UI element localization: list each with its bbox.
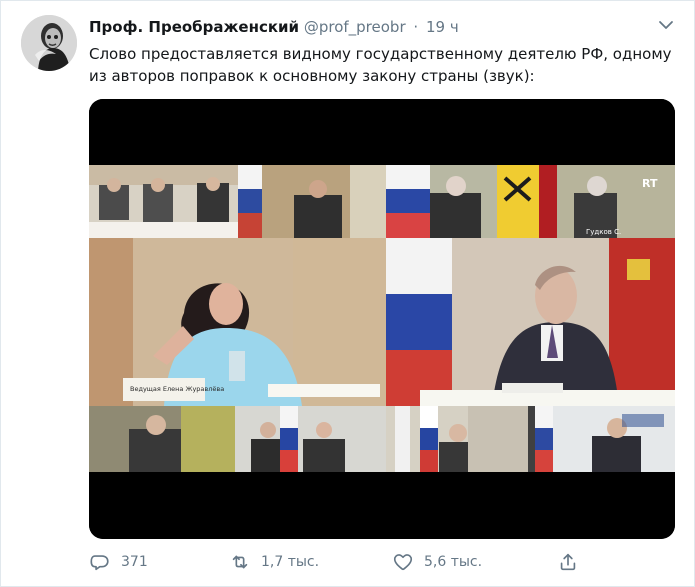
speaker-nameplate-1: Ведущая Елена Журавлёва [130, 385, 224, 393]
retweet-icon [232, 555, 248, 569]
avatar[interactable] [21, 15, 77, 71]
tweet-header: Проф. Преображенский @prof_preobr · 19 ч [89, 17, 654, 37]
like-count: 5,6 тыс. [424, 554, 483, 570]
retweet-count: 1,7 тыс. [261, 554, 320, 570]
share-button[interactable] [557, 550, 579, 574]
video-frame: RT Гудков С. Ведущая Елена Журавлёва [89, 99, 675, 539]
tweet-card[interactable]: Проф. Преображенский @prof_preobr · 19 ч… [0, 0, 695, 587]
top-middle-video-tile [238, 165, 386, 238]
reply-count: 371 [121, 554, 148, 570]
tweet-text: Слово предоставляется видному государств… [89, 45, 672, 85]
share-icon [560, 553, 576, 571]
tweet-actions: 371 1,7 тыс. 5,6 тыс. [1, 546, 695, 578]
reply-icon [90, 555, 109, 571]
tweet-menu-button[interactable] [656, 15, 676, 35]
tweet-video[interactable]: RT Гудков С. Ведущая Елена Журавлёва [89, 99, 675, 539]
user-handle[interactable]: @prof_preobr [304, 18, 406, 36]
rt-logo: RT [642, 177, 658, 190]
display-name[interactable]: Проф. Преображенский [89, 18, 299, 36]
heart-icon [393, 554, 413, 571]
middle-left-video-tile: Ведущая Елена Журавлёва [89, 238, 386, 406]
timestamp[interactable]: 19 ч [426, 18, 459, 36]
middle-right-video-tile [386, 238, 675, 406]
retweet-button[interactable]: 1,7 тыс. [229, 550, 319, 574]
chevron-down-icon [659, 21, 673, 29]
speaker-nameplate-2: Гудков С. [586, 228, 621, 236]
bottom-row-video-tiles [89, 406, 675, 472]
top-right-video-tile: RT Гудков С. [386, 165, 675, 238]
reply-button[interactable]: 371 [89, 550, 148, 574]
top-left-video-tile [89, 165, 238, 238]
header-separator: · [413, 18, 419, 36]
avatar-portrait-icon [21, 15, 77, 71]
like-button[interactable]: 5,6 тыс. [392, 550, 482, 574]
